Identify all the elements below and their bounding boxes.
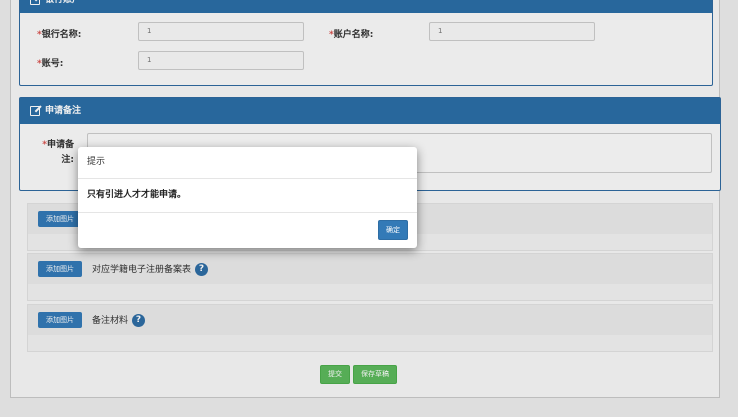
dialog-title: 提示 — [78, 147, 417, 179]
dialog-message: 只有引进人才才能申请。 — [78, 179, 417, 213]
confirm-button[interactable]: 确定 — [378, 220, 408, 240]
alert-dialog: 提示 只有引进人才才能申请。 确定 — [78, 147, 417, 248]
